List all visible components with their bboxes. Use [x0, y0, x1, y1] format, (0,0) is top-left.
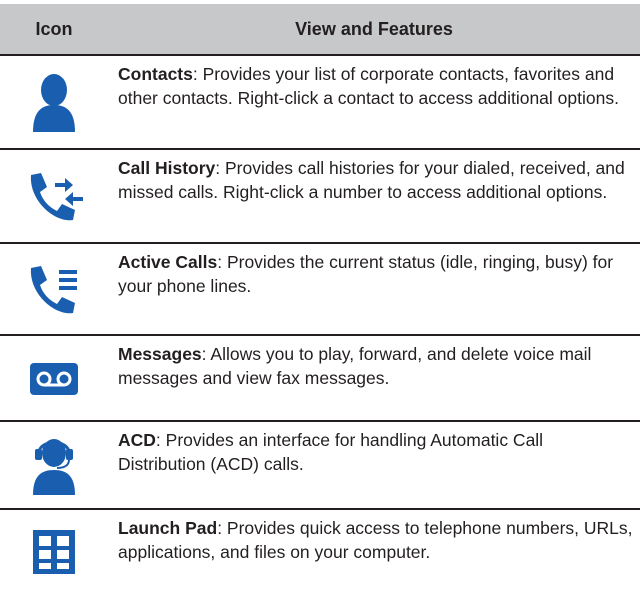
- launch-pad-grid-icon: [0, 510, 108, 593]
- row-title: Messages: [118, 344, 202, 364]
- table-row: Contacts: Provides your list of corporat…: [0, 54, 640, 150]
- contacts-icon: [0, 56, 108, 150]
- row-title: ACD: [118, 430, 156, 450]
- row-description: Call History: Provides call histories fo…: [118, 156, 634, 204]
- table-row: Active Calls: Provides the current statu…: [0, 242, 640, 336]
- row-description: Active Calls: Provides the current statu…: [118, 250, 634, 298]
- call-history-icon: [0, 150, 108, 244]
- headset-agent-icon: [0, 422, 108, 510]
- row-description: Launch Pad: Provides quick access to tel…: [118, 516, 634, 564]
- table-row: Launch Pad: Provides quick access to tel…: [0, 508, 640, 593]
- row-description: Messages: Allows you to play, forward, a…: [118, 342, 634, 390]
- table-row: Call History: Provides call histories fo…: [0, 148, 640, 244]
- row-description: ACD: Provides an interface for handling …: [118, 428, 634, 476]
- table-row: Messages: Allows you to play, forward, a…: [0, 334, 640, 422]
- row-title: Launch Pad: [118, 518, 218, 538]
- table-header: Icon View and Features: [0, 4, 640, 54]
- features-table: Icon View and Features Contacts: Provide…: [0, 4, 640, 574]
- header-view-column: View and Features: [295, 18, 453, 39]
- row-title: Contacts: [118, 64, 193, 84]
- row-desc: : Provides your list of corporate contac…: [118, 64, 619, 108]
- voicemail-icon: [0, 336, 108, 422]
- row-title: Call History: [118, 158, 216, 178]
- active-calls-icon: [0, 244, 108, 336]
- row-desc: : Provides an interface for handling Aut…: [118, 430, 544, 474]
- row-description: Contacts: Provides your list of corporat…: [118, 62, 634, 110]
- row-title: Active Calls: [118, 252, 218, 272]
- table-row: ACD: Provides an interface for handling …: [0, 420, 640, 510]
- header-icon-column: Icon: [35, 18, 73, 39]
